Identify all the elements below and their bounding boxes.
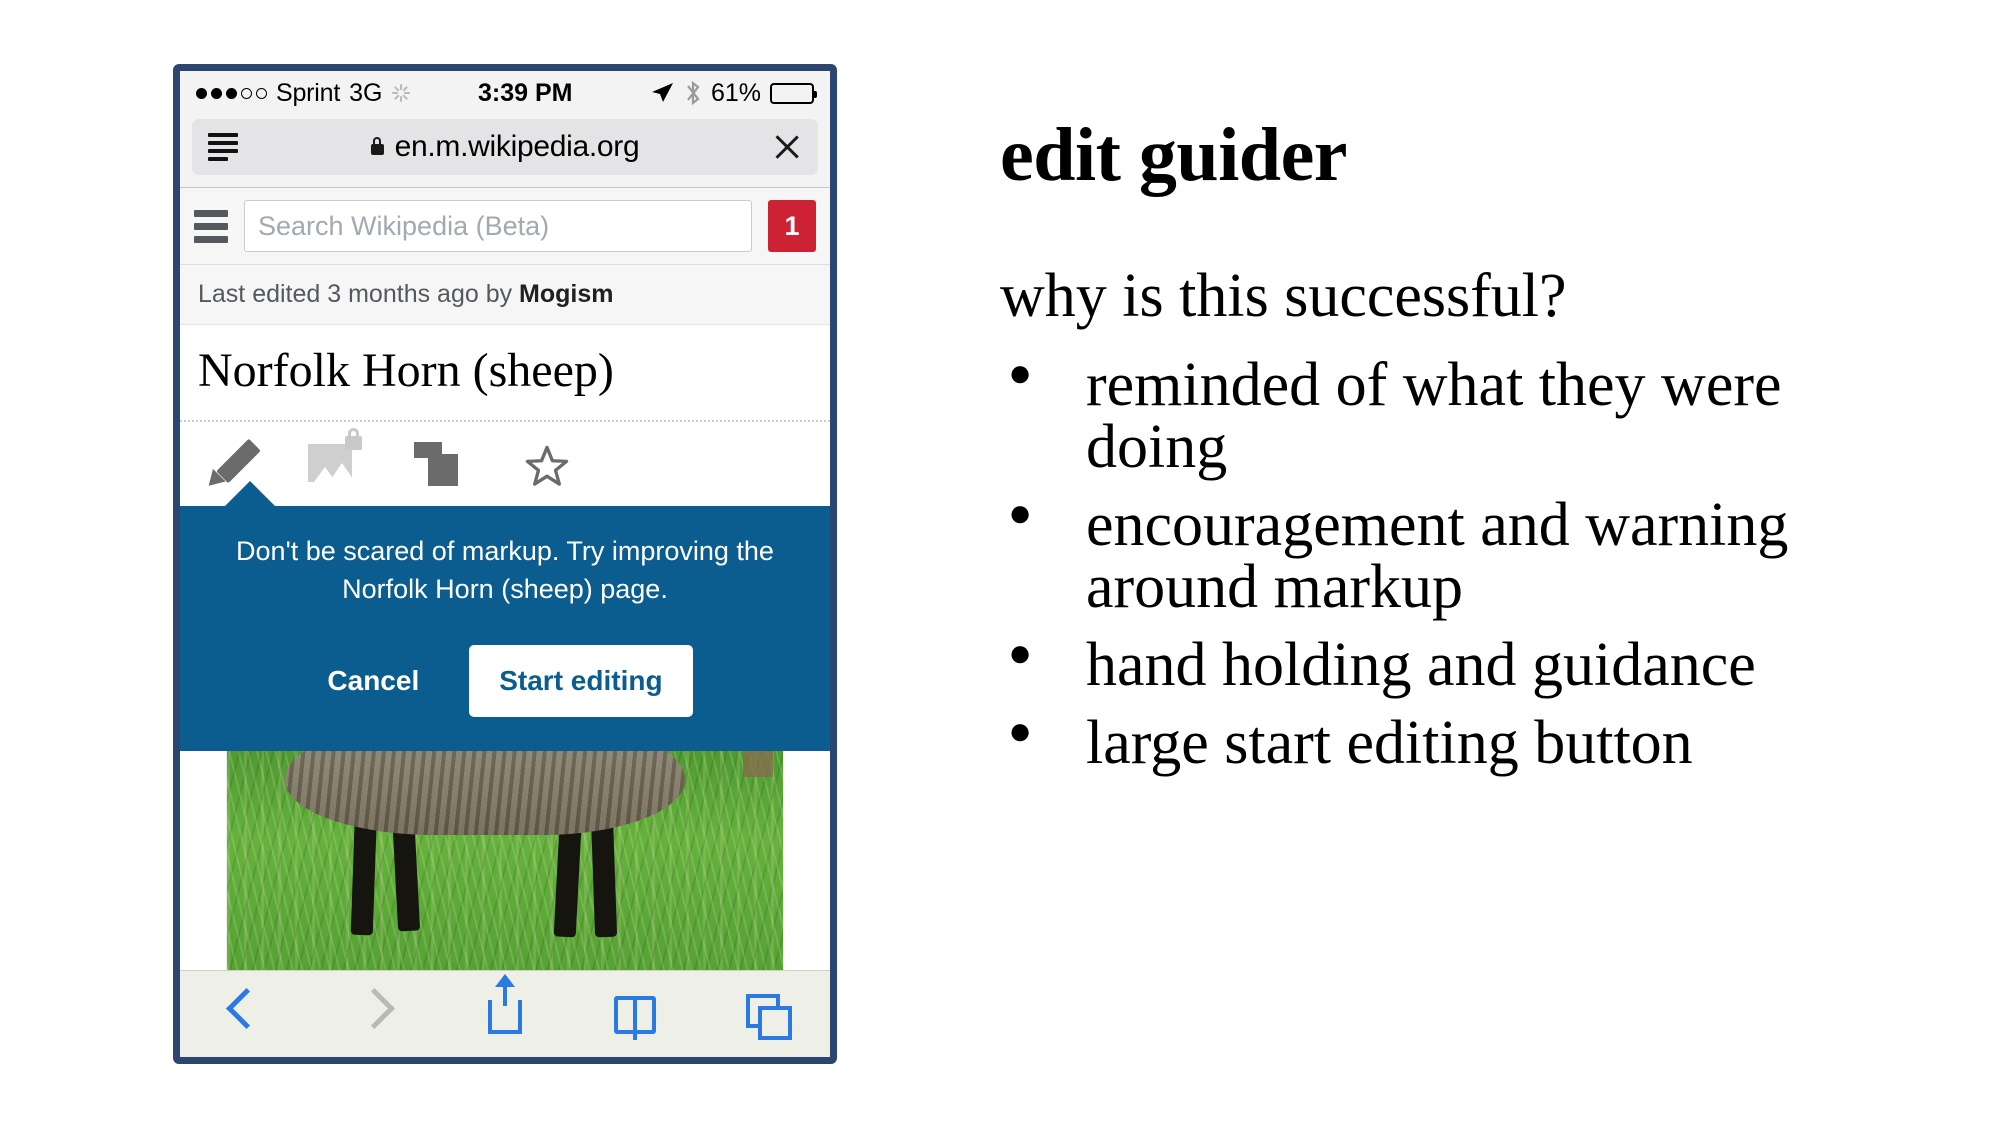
guider-pointer — [224, 481, 276, 507]
bullet-glyph: ● — [1008, 708, 1033, 753]
last-edited-line[interactable]: Last edited 3 months ago by Mogism — [180, 265, 830, 325]
forward-button — [342, 986, 408, 1042]
page-title: Norfolk Horn (sheep) — [180, 325, 830, 422]
photo-gutter-right — [783, 750, 812, 970]
sheep-body — [285, 750, 685, 835]
pages-icon[interactable] — [412, 436, 470, 494]
watchlist-star-icon[interactable] — [518, 436, 576, 494]
list-item-text: reminded of what they were doing — [1086, 351, 1782, 481]
close-icon[interactable] — [772, 132, 802, 162]
location-arrow-icon — [651, 83, 673, 102]
bullet-glyph: ● — [1008, 630, 1033, 675]
edit-guider-callout: Don't be scared of markup. Try improving… — [180, 506, 830, 751]
lock-icon — [370, 137, 384, 155]
tabs-button[interactable] — [732, 986, 798, 1042]
guider-actions: Cancel Start editing — [202, 644, 808, 717]
network-type-label: 3G — [349, 78, 383, 107]
sheep-photo — [227, 750, 783, 970]
reader-lines-icon[interactable] — [208, 133, 238, 161]
star-outline-icon — [525, 445, 569, 486]
signal-strength-icon — [196, 87, 267, 99]
sheep-fleece — [285, 750, 685, 835]
url-display: en.m.wikipedia.org — [192, 130, 818, 164]
url-text: en.m.wikipedia.org — [394, 130, 640, 163]
slide-notes: edit guider why is this successful? ● re… — [1000, 112, 1920, 790]
carrier-label: Sprint — [276, 78, 341, 107]
status-right: 61% — [649, 78, 817, 108]
safari-bottom-toolbar — [180, 970, 830, 1057]
list-item: ● encouragement and warning around marku… — [1000, 490, 1920, 621]
sheep-leg — [590, 814, 618, 938]
address-bar[interactable]: en.m.wikipedia.org — [192, 119, 818, 175]
guider-message: Don't be scared of markup. Try improving… — [236, 536, 774, 605]
battery-icon — [770, 82, 817, 104]
list-item-text: large start editing button — [1086, 709, 1693, 777]
safari-urlbar-area: en.m.wikipedia.org — [180, 115, 830, 188]
back-button[interactable] — [212, 986, 278, 1042]
bookmarks-button[interactable] — [602, 986, 668, 1042]
slide-subheading: why is this successful? — [1000, 262, 1567, 330]
fence-post — [743, 750, 773, 777]
share-button[interactable] — [472, 974, 538, 1042]
cancel-button[interactable]: Cancel — [317, 659, 429, 703]
clock-label: 3:39 PM — [477, 78, 573, 107]
activity-spinner-icon — [391, 83, 411, 103]
article-photo-area — [180, 750, 830, 970]
list-item-text: encouragement and warning around markup — [1086, 491, 1789, 621]
phone-mockup: Sprint 3G 3:39 PM 61% en.m.wikipedia.org… — [173, 64, 837, 1064]
photo-gutter-left — [198, 750, 227, 970]
last-edited-text: Last edited 3 months ago by — [198, 280, 520, 308]
start-editing-button[interactable]: Start editing — [469, 644, 693, 717]
bluetooth-icon — [687, 80, 700, 106]
battery-percent-label: 61% — [710, 78, 761, 107]
ios-status-bar: Sprint 3G 3:39 PM 61% — [180, 71, 830, 115]
protected-image-icon[interactable] — [306, 428, 364, 494]
slide-heading: edit guider — [1000, 113, 1348, 197]
hamburger-icon[interactable] — [194, 209, 228, 243]
list-item: ● large start editing button — [1000, 708, 1920, 777]
list-item: ● reminded of what they were doing — [1000, 350, 1920, 481]
notification-badge[interactable]: 1 — [768, 200, 816, 252]
wikipedia-search-row: Search Wikipedia (Beta) 1 — [180, 188, 830, 265]
article-tools-row — [180, 422, 830, 507]
last-edited-user: Mogism — [519, 280, 614, 308]
bullet-list: ● reminded of what they were doing ● enc… — [1000, 350, 1920, 777]
bullet-glyph: ● — [1008, 350, 1033, 395]
list-item: ● hand holding and guidance — [1000, 630, 1920, 699]
search-input[interactable]: Search Wikipedia (Beta) — [244, 200, 752, 252]
status-left: Sprint 3G — [196, 79, 411, 108]
search-placeholder: Search Wikipedia (Beta) — [258, 210, 550, 241]
bullet-glyph: ● — [1008, 490, 1033, 535]
list-item-text: hand holding and guidance — [1086, 631, 1756, 699]
